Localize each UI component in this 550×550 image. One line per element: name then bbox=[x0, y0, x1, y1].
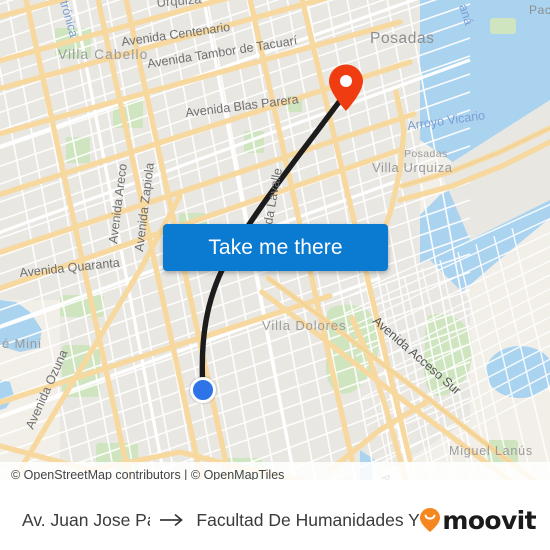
place-label-posadas-small: Posadas bbox=[404, 148, 448, 160]
place-label-jose-mini: é Miní bbox=[2, 336, 42, 351]
moovit-wordmark: moovit bbox=[442, 505, 536, 535]
place-label-villa-cabello: Villa Cabello bbox=[58, 47, 148, 62]
map-attribution[interactable]: © OpenStreetMap contributors | © OpenMap… bbox=[0, 462, 550, 480]
place-label-posadas: Posadas bbox=[370, 30, 435, 47]
moovit-logo[interactable]: moovit bbox=[419, 506, 550, 535]
bottom-bar: Av. Juan Jose Pa... Facultad De Humanida… bbox=[0, 488, 550, 550]
moovit-map-screen: Villa Cabello Posadas Villa Urquiza Sant… bbox=[0, 0, 550, 550]
trip-destination-label: Facultad De Humanidades Y Ci... bbox=[196, 509, 420, 530]
arrow-right-icon bbox=[159, 513, 187, 527]
trip-summary[interactable]: Av. Juan Jose Pa... Facultad De Humanida… bbox=[0, 510, 419, 531]
trip-origin-label: Av. Juan Jose Pa... bbox=[22, 509, 150, 530]
destination-pin[interactable] bbox=[327, 63, 365, 113]
place-label-villa-dolores: Villa Dolores bbox=[262, 318, 346, 333]
place-label-miguel-lanus: Miguel Lanús bbox=[449, 444, 533, 458]
origin-dot[interactable] bbox=[190, 377, 216, 403]
take-me-there-button[interactable]: Take me there bbox=[163, 224, 388, 271]
place-label-villa-urquiza: Villa Urquiza bbox=[372, 160, 453, 175]
place-label-pacu: Pacú bbox=[529, 3, 550, 17]
moovit-pin-icon bbox=[419, 507, 441, 533]
map-canvas[interactable]: Villa Cabello Posadas Villa Urquiza Sant… bbox=[0, 0, 550, 480]
